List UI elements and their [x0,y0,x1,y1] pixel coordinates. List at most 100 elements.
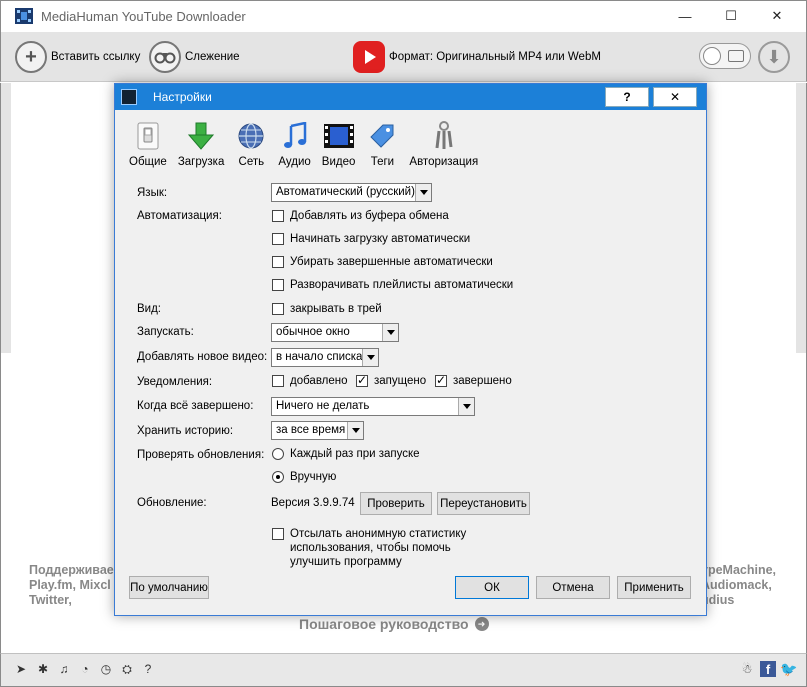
checkbox-box [272,210,284,222]
tab-download[interactable]: Загрузка [177,120,225,168]
checkbox-box-checked [356,373,368,387]
tab-label: Теги [370,156,395,168]
tag-icon [366,120,398,152]
tab-video[interactable]: Видео [321,120,356,168]
dialog-title: Настройки [153,90,212,104]
tab-audio[interactable]: Аудио [278,120,311,168]
checkbox-add-from-clipboard[interactable]: Добавлять из буфера обмена [272,210,449,222]
twitter-icon[interactable]: 🐦 [780,661,797,677]
tab-label: Сеть [238,156,265,168]
apply-button[interactable]: Применить [617,576,691,599]
checkbox-label: Разворачивать плейлисты автоматически [290,279,514,291]
checkbox-label: запущено [374,375,427,387]
checkbox-box [272,375,284,387]
when-done-select[interactable]: Ничего не делать [271,397,475,416]
update-label: Обновление: [137,497,207,509]
globe-icon [235,120,267,152]
language-label: Язык: [137,187,168,199]
guide-link[interactable]: Пошаговое руководство ➜ [299,616,489,632]
window-close-button[interactable]: ✕ [754,1,800,31]
paste-link-button[interactable]: + Вставить ссылку [15,40,140,74]
dialog-titlebar: Настройки ? ✕ [115,84,706,110]
reinstall-button[interactable]: Переустановить [437,492,530,515]
checkbox-minimize-to-tray[interactable]: закрывать в трей [272,303,382,315]
launch-value: обычное окно [276,326,350,338]
minimize-button[interactable]: — [662,1,708,31]
radio-label: Вручную [290,471,337,483]
history-value: за все время [276,424,346,436]
checkbox-label: Начинать загрузку автоматически [290,233,471,245]
launch-label: Запускать: [137,326,194,338]
tab-network[interactable]: Сеть [235,120,267,168]
checkbox-box [272,233,284,245]
dialog-help-button[interactable]: ? [605,87,649,107]
checkbox-notify-completed[interactable]: завершено [435,373,512,387]
tab-authorization[interactable]: Авторизация [409,120,478,168]
add-new-select[interactable]: в начало списка [271,348,379,367]
notifications-label: Уведомления: [137,376,213,388]
chevron-down-icon [347,422,363,439]
tracking-label: Слежение [185,51,240,63]
checkbox-box [272,279,284,291]
checkbox-box [272,528,284,540]
dialog-close-button[interactable]: ✕ [653,87,697,107]
history-select[interactable]: за все время [271,421,364,440]
help-icon[interactable]: ? [140,661,156,677]
tab-tags[interactable]: Теги [366,120,398,168]
checkbox-notify-started[interactable]: запущено [356,373,427,387]
status-bar: ➤ ✱ ♫ ◔ ◷ ⛭ ? ☃ f 🐦 [0,653,807,687]
format-label: Формат: Оригинальный MP4 или WebM [389,51,601,63]
tracking-button[interactable]: Слежение [149,40,240,74]
add-new-value: в начало списка [276,351,363,363]
binoculars-icon [149,41,181,73]
launch-select[interactable]: обычное окно [271,323,399,342]
radio-check-on-startup[interactable]: Каждый раз при запуске [272,448,420,460]
check-update-button[interactable]: Проверить [360,492,432,515]
checkbox-label: закрывать в трей [290,303,382,315]
tab-label: Видео [321,156,356,168]
cancel-button[interactable]: Отмена [536,576,610,599]
checkbox-label: завершено [453,375,512,387]
tab-general[interactable]: Общие [129,120,167,168]
toggle-knob [703,47,721,65]
download-all-button[interactable]: ⬇ [758,41,790,73]
music-note-icon[interactable]: ♫ [56,661,72,677]
checkbox-anonymous-stats[interactable]: Отсылать анонимную статистику использова… [272,527,472,569]
tab-label: Общие [129,156,167,168]
settings-tabs: Общие Загрузка Сеть Аудио Видео Теги Авт… [129,120,489,168]
when-done-value: Ничего не делать [276,400,370,412]
checkbox-label: Отсылать анонимную статистику использова… [290,528,467,568]
radio-circle [272,448,284,460]
download-arrow-icon: ⬇ [766,46,782,67]
binoculars-small-icon[interactable]: ⛭ [119,661,135,677]
checkbox-auto-remove[interactable]: Убирать завершенные автоматически [272,256,493,268]
checkbox-expand-playlists[interactable]: Разворачивать плейлисты автоматически [272,279,513,291]
maximize-button[interactable]: ☐ [708,1,754,31]
mascot-icon[interactable]: ☃ [739,661,755,677]
checkbox-notify-added[interactable]: добавлено [272,375,348,387]
add-new-label: Добавлять новое видео: [137,351,268,363]
checkbox-box [272,256,284,268]
window-title: MediaHuman YouTube Downloader [41,9,246,24]
format-button[interactable]: Формат: Оригинальный MP4 или WebM [353,40,601,74]
send-icon[interactable]: ➤ [13,661,29,677]
radio-check-manually[interactable]: Вручную [272,471,336,483]
film-icon [728,50,744,62]
plus-icon: + [15,41,47,73]
main-toolbar: + Вставить ссылку Слежение Формат: Ориги… [0,32,807,82]
clock-icon[interactable]: ◷ [98,661,114,677]
gear-icon[interactable]: ✱ [35,661,51,677]
language-select[interactable]: Автоматический (русский) [271,183,432,202]
video-mode-toggle[interactable] [699,43,751,69]
facebook-icon[interactable]: f [760,661,776,677]
switch-icon [132,120,164,152]
arrow-right-icon: ➜ [474,617,489,631]
view-label: Вид: [137,303,161,315]
tab-label: Загрузка [177,156,225,168]
ok-button[interactable]: ОК [455,576,529,599]
defaults-button[interactable]: По умолчанию [129,576,209,599]
left-panel-edge [1,83,11,353]
checkbox-auto-start[interactable]: Начинать загрузку автоматически [272,233,470,245]
snail-icon[interactable]: ◔ [77,661,93,677]
app-logo-icon [15,8,33,24]
